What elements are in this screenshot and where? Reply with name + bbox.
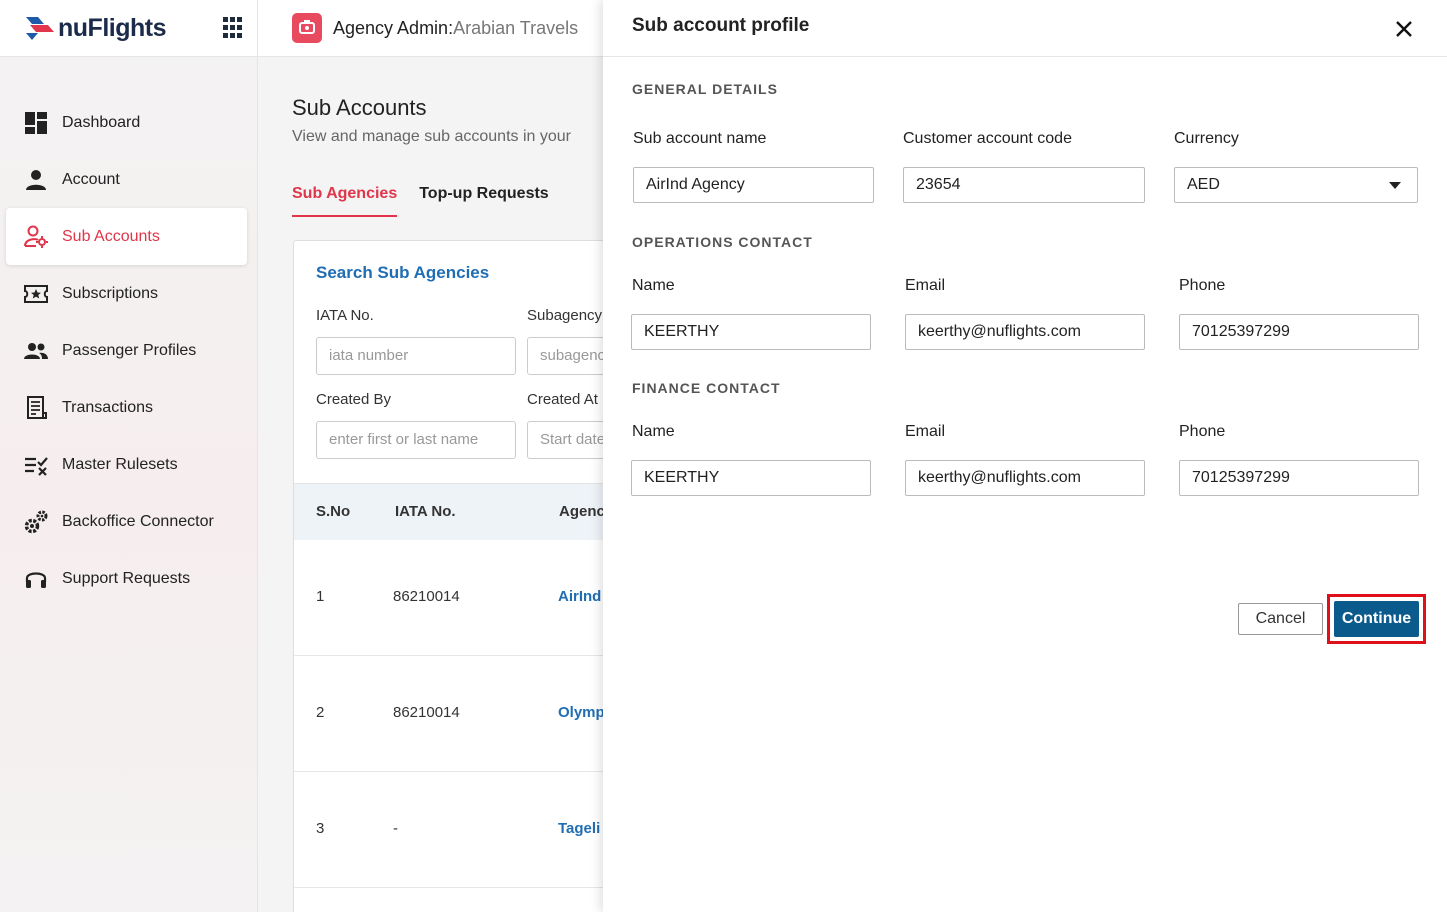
sidebar-item-label: Dashboard [62,113,141,131]
cell-agency-link[interactable]: Olymp [558,704,605,721]
dashboard-icon [23,110,49,136]
nuflights-logo[interactable]: nuFlights [24,14,166,43]
nuflights-logo-mark [26,17,54,40]
sidebar-item-label: Subscriptions [62,284,159,302]
sidebar-item-passenger-profiles[interactable]: Passenger Profiles [6,322,247,379]
sub-account-name-label: Sub account name [633,130,767,147]
tabs: Sub Agencies Top-up Requests [292,185,571,217]
sub-account-profile-drawer: Sub account profile GENERAL DETAILS Sub … [603,0,1447,912]
operations-phone-label: Phone [1179,277,1226,294]
logo-bar: nuFlights [0,0,257,57]
cell-iata: 86210014 [393,588,460,605]
sidebar-item-label: Backoffice Connector [62,512,214,530]
sidebar-item-transactions[interactable]: Transactions [6,379,247,436]
headset-icon [23,566,49,592]
search-card-title: Search Sub Agencies [316,263,490,282]
general-details-heading: GENERAL DETAILS [632,81,778,97]
customer-account-code-field[interactable]: 23654 [903,167,1145,203]
cell-sno: 3 [316,820,325,837]
sidebar-item-master-rulesets[interactable]: Master Rulesets [6,436,247,493]
iata-label: IATA No. [316,307,374,324]
table-row: 1 86210014 AirInd [294,540,654,656]
drawer-header: Sub account profile [603,0,1447,57]
continue-button[interactable]: Continue [1334,601,1419,637]
cell-agency-link[interactable]: AirInd [558,588,601,605]
created-by-input[interactable]: enter first or last name [316,421,516,459]
sub-account-name-field[interactable]: AirInd Agency [633,167,874,203]
created-at-label: Created At [527,391,598,408]
cell-sno: 1 [316,588,325,605]
sidebar-item-label: Support Requests [62,569,191,587]
subagency-label: Subagency [527,307,603,324]
sidebar-item-label: Master Rulesets [62,455,178,473]
apps-grid-icon[interactable] [222,17,244,39]
close-icon[interactable] [1393,18,1415,40]
sidebar-item-label: Transactions [62,398,153,416]
tab-sub-agencies[interactable]: Sub Agencies [292,185,398,217]
sidebar-item-subscriptions[interactable]: Subscriptions [6,265,247,322]
table-row: 2 86210014 Olymp [294,656,654,772]
agency-admin-label: Agency Admin [333,17,449,38]
agency-logo-icon [292,13,322,43]
page-title: Sub Accounts [292,95,427,120]
operations-phone-field[interactable]: 70125397299 [1179,314,1419,350]
customer-account-code-label: Customer account code [903,130,1072,147]
currency-select[interactable]: AED [1174,167,1418,203]
cell-iata: - [393,820,398,837]
agency-name: Arabian Travels [453,17,579,38]
sidebar-nav: Dashboard Account Sub Accounts Subscript… [0,57,257,607]
header-agency: Agenc [559,503,605,520]
finance-name-label: Name [632,423,675,440]
sidebar-item-label: Account [62,170,120,188]
operations-name-label: Name [632,277,675,294]
people-icon [23,338,49,364]
sidebar-item-sub-accounts[interactable]: Sub Accounts [6,208,247,265]
search-card: Search Sub Agencies IATA No. iata number… [293,240,667,912]
gears-icon [23,509,49,535]
rules-icon [23,452,49,478]
finance-phone-field[interactable]: 70125397299 [1179,460,1419,496]
finance-email-label: Email [905,423,946,440]
cell-iata: 86210014 [393,704,460,721]
finance-phone-label: Phone [1179,423,1226,440]
currency-value: AED [1187,176,1220,193]
finance-email-field[interactable]: keerthy@nuflights.com [905,460,1145,496]
page-subtitle: View and manage sub accounts in your [292,128,571,145]
created-by-label: Created By [316,391,392,408]
sub-accounts-icon [23,224,49,250]
operations-name-field[interactable]: KEERTHY [631,314,871,350]
drawer-title: Sub account profile [632,15,810,36]
person-icon [23,167,49,193]
finance-contact-heading: FINANCE CONTACT [632,380,781,396]
cancel-button[interactable]: Cancel [1238,603,1323,635]
operations-contact-heading: OPERATIONS CONTACT [632,234,813,250]
header-iata: IATA No. [395,503,456,520]
tab-top-up-requests[interactable]: Top-up Requests [419,185,548,217]
cell-agency-link[interactable]: Tageli [558,820,600,837]
caret-down-icon [1389,182,1401,189]
sidebar: nuFlights Dashboard Account Sub Accounts [0,0,258,912]
iata-input[interactable]: iata number [316,337,516,375]
sidebar-item-label: Passenger Profiles [62,341,197,359]
sidebar-item-account[interactable]: Account [6,151,247,208]
sidebar-item-dashboard[interactable]: Dashboard [6,94,247,151]
cell-sno: 2 [316,704,325,721]
table-header: S.No IATA No. Agenc [294,483,654,540]
sidebar-item-support-requests[interactable]: Support Requests [6,550,247,607]
operations-email-label: Email [905,277,946,294]
finance-name-field[interactable]: KEERTHY [631,460,871,496]
table-row: 3 - Tageli [294,772,654,888]
operations-email-field[interactable]: keerthy@nuflights.com [905,314,1145,350]
logo-text: nuFlights [58,13,166,42]
header-sno: S.No [316,503,351,520]
sidebar-item-backoffice-connector[interactable]: Backoffice Connector [6,493,247,550]
currency-label: Currency [1174,130,1239,147]
sidebar-item-label: Sub Accounts [62,227,160,245]
ticket-star-icon [23,281,49,307]
receipt-icon [23,395,49,421]
